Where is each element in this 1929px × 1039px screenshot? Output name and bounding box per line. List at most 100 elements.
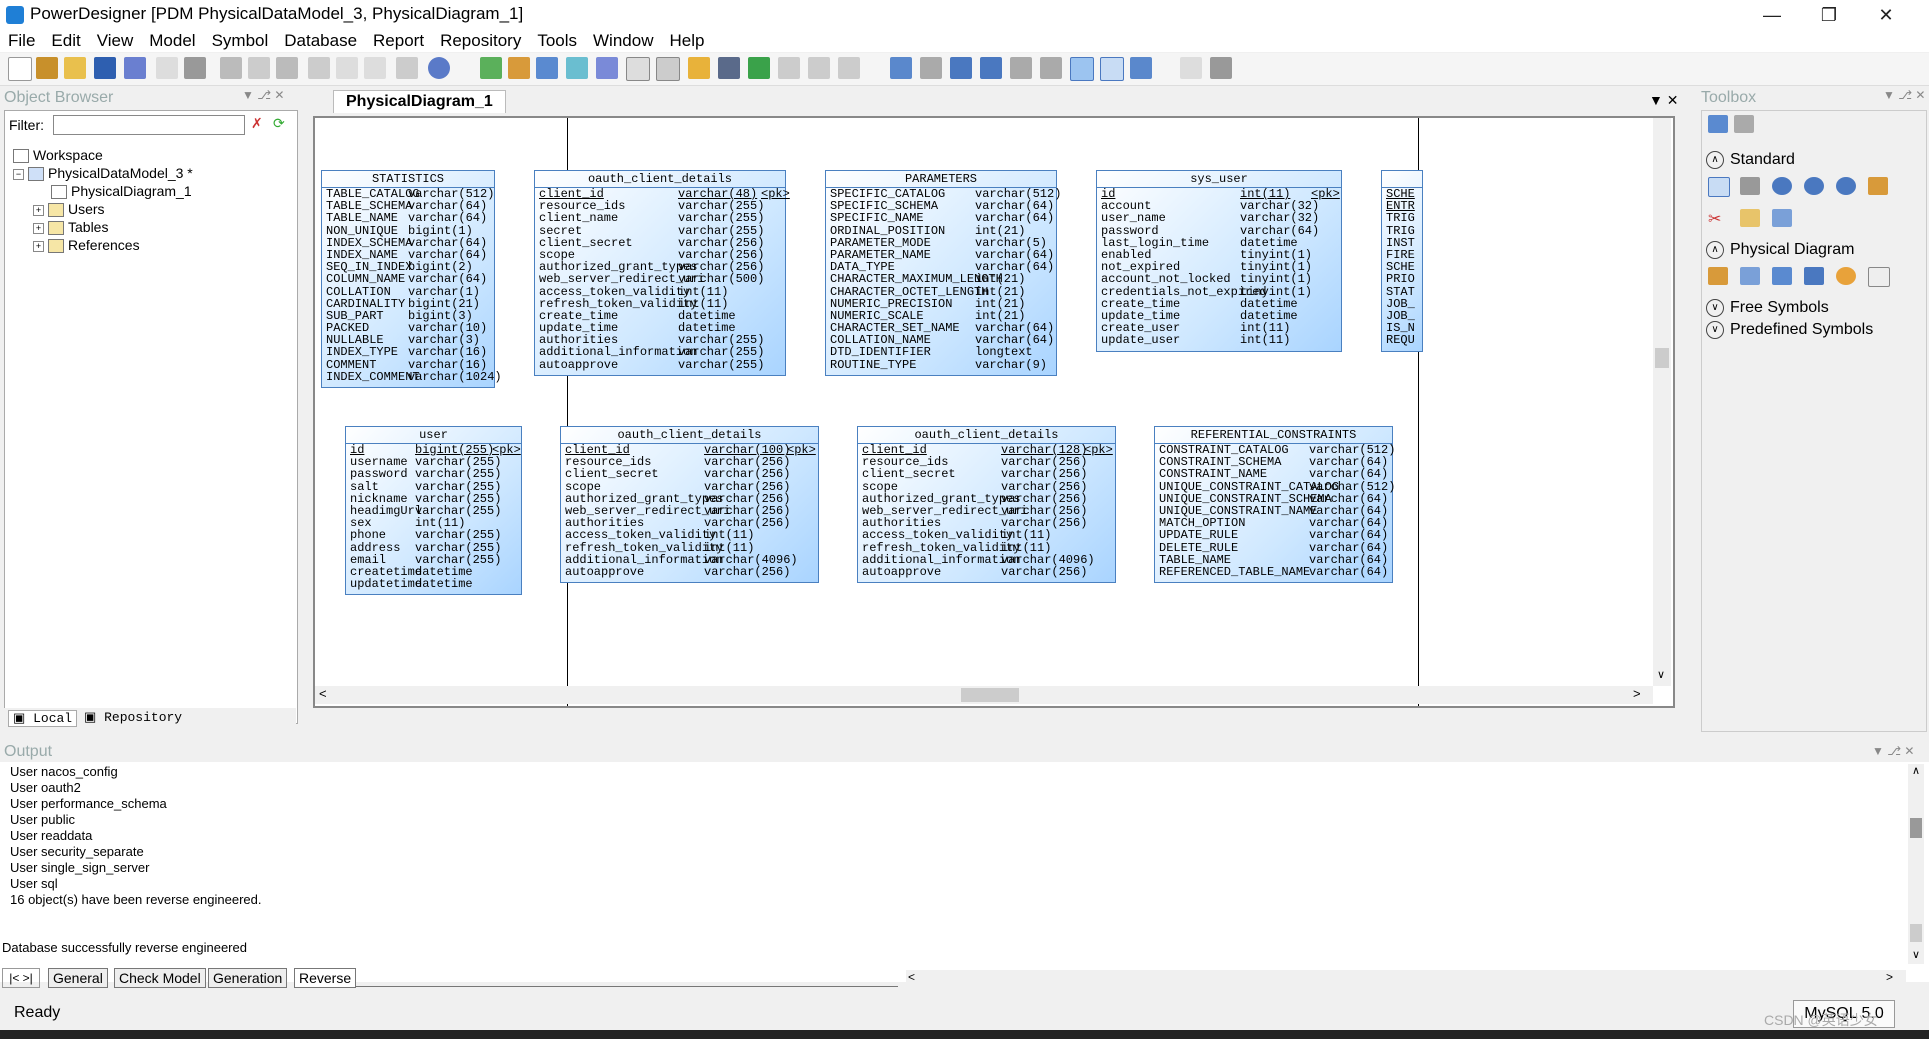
output-scroll-thumb[interactable] [1910, 818, 1922, 838]
zoom-page-icon[interactable] [1100, 57, 1124, 81]
compare-icon[interactable] [536, 57, 558, 79]
link-tool-icon[interactable] [1772, 209, 1792, 227]
align-middle-icon[interactable] [1010, 57, 1032, 79]
table-entity[interactable]: sys_user id int(11) <pk> account varchar(32) u… [1096, 170, 1342, 352]
expand-icon[interactable]: + [33, 204, 44, 216]
generate-icon[interactable] [480, 57, 502, 79]
open-icon[interactable] [64, 57, 86, 79]
output-scroll-thumb-lower[interactable] [1910, 924, 1922, 942]
undo-icon[interactable] [336, 57, 358, 79]
table-column-row[interactable]: client_name varchar(255) [535, 212, 785, 224]
table-column-row[interactable]: CONSTRAINT_NAME varchar(64) [1155, 468, 1392, 480]
table-column-row[interactable]: refresh_token_validity int(11) [561, 541, 818, 553]
table-column-row[interactable]: account_not_locked tinyint(1) [1097, 273, 1341, 285]
table-column-row[interactable]: INDEX_COMMENT varchar(1024) [322, 371, 502, 383]
print-icon[interactable] [184, 57, 206, 79]
table-column-row[interactable]: CHARACTER_OCTET_LENGTH int(21) [826, 285, 1056, 297]
tab-reverse[interactable]: Reverse [294, 968, 357, 988]
menu-edit[interactable]: Edit [43, 30, 88, 52]
table-column-row[interactable]: COMMENT varchar(16) [322, 358, 494, 370]
back-icon[interactable] [808, 57, 830, 79]
file-tool-icon[interactable] [1868, 267, 1890, 287]
panel-pin-icon[interactable]: ▼ ⎇ ✕ [242, 88, 284, 102]
table-column-row[interactable]: TRIG [1382, 224, 1422, 236]
output-horizontal-scrollbar[interactable]: < > [906, 970, 1906, 986]
clear-filter-icon[interactable]: ✗ [251, 115, 267, 131]
printer-icon[interactable] [1210, 57, 1232, 79]
horizontal-scrollbar[interactable]: < > [315, 686, 1653, 704]
paste-icon[interactable] [276, 57, 298, 79]
table-column-row[interactable]: CHARACTER_MAXIMUM_LENGTH int(21) [826, 273, 1056, 285]
tree-users[interactable]: + Users [33, 201, 105, 218]
cut-icon[interactable] [220, 57, 242, 79]
large-icons-icon[interactable] [1708, 115, 1728, 133]
zoom-out-icon[interactable] [1804, 177, 1824, 195]
table-column-row[interactable]: UPDATE_RULE varchar(64) [1155, 529, 1392, 541]
table-column-row[interactable]: refresh_token_validity int(11) [858, 541, 1115, 553]
delete-tool-icon[interactable]: ✂ [1708, 209, 1728, 228]
menu-model[interactable]: Model [141, 30, 203, 52]
scroll-down-icon[interactable]: ∨ [1657, 668, 1665, 681]
grid-icon[interactable] [656, 57, 680, 81]
tree-workspace[interactable]: Workspace [13, 147, 103, 164]
tab-physical-diagram[interactable]: PhysicalDiagram_1 [333, 90, 506, 113]
tab-repository[interactable]: ▣ Repository [80, 710, 186, 725]
save-all-icon[interactable] [124, 57, 146, 79]
table-entity[interactable]: oauth_client_details client_id varchar(100… [560, 426, 819, 584]
menu-repository[interactable]: Repository [432, 30, 529, 52]
table-column-row[interactable]: TABLE_NAME varchar(64) [322, 212, 494, 224]
view-tool-icon[interactable] [1772, 267, 1792, 285]
diagram-canvas[interactable]: STATISTICS TABLE_CATALOG varchar(512) TABLE… [313, 116, 1675, 708]
table-column-row[interactable]: REQU [1382, 334, 1422, 346]
table-column-row[interactable]: salt varchar(255) [346, 480, 521, 492]
align-center-icon[interactable] [920, 57, 942, 79]
redo-icon[interactable] [364, 57, 386, 79]
table-entity[interactable]: user id bigint(255) <pk> username varchar(255… [345, 426, 522, 596]
new-model-icon[interactable] [36, 57, 58, 79]
table-entity[interactable]: REFERENTIAL_CONSTRAINTS CONSTRAINT_CATALO… [1154, 426, 1395, 584]
rectangle-icon[interactable] [626, 57, 650, 81]
table-column-row[interactable]: NON_UNIQUE bigint(1) [322, 224, 494, 236]
procedure-tool-icon[interactable] [1836, 267, 1856, 285]
pointer-icon[interactable] [718, 57, 740, 79]
table-column-row[interactable]: access_token_validity int(11) [858, 529, 1115, 541]
tree-tables[interactable]: + Tables [33, 219, 108, 236]
tab-check-model[interactable]: Check Model [114, 968, 206, 988]
table-entity[interactable]: SCHE ENTR TRIG TRIG INST FIRE SCHE PRIO STAT JOB_… [1381, 170, 1423, 352]
menu-window[interactable]: Window [585, 30, 661, 52]
open-package-icon[interactable] [1868, 177, 1888, 195]
table-column-row[interactable]: updatetime datetime [346, 578, 521, 590]
table-column-row[interactable]: COLUMN_NAME varchar(64) [322, 273, 494, 285]
table-column-row[interactable]: password varchar(255) [346, 468, 521, 480]
collapse-icon[interactable]: − [13, 168, 24, 180]
minimize-button[interactable]: — [1749, 0, 1795, 30]
list-view-icon[interactable] [1734, 115, 1754, 133]
reverse-icon[interactable] [596, 57, 618, 79]
tab-general[interactable]: General [48, 968, 108, 988]
toolbox-section-predefined-symbols[interactable]: ∨ Predefined Symbols [1706, 319, 1929, 341]
table-column-row[interactable]: DTD_IDENTIFIER longtext [826, 346, 1056, 358]
properties-tool-icon[interactable] [1740, 209, 1760, 227]
menu-report[interactable]: Report [365, 30, 432, 52]
table-column-row[interactable]: access_token_validity int(11) [561, 529, 818, 541]
menu-tools[interactable]: Tools [529, 30, 585, 52]
table-column-row[interactable]: client_secret varchar(256) [858, 468, 1115, 480]
table-column-row[interactable]: update_user int(11) [1097, 334, 1341, 346]
menu-help[interactable]: Help [661, 30, 712, 52]
table-column-row[interactable]: scope varchar(256) [561, 480, 818, 492]
toolbox-pin-icon[interactable]: ▼ ⎇ ✕ [1883, 88, 1925, 102]
scroll-left-icon[interactable]: < [319, 686, 327, 701]
table-column-row[interactable]: PRIO [1382, 273, 1422, 285]
table-column-row[interactable]: ORDINAL_POSITION int(21) [826, 224, 1056, 236]
expand-icon[interactable]: + [33, 240, 44, 252]
link-icon[interactable] [778, 57, 800, 79]
table-column-row[interactable]: DELETE_RULE varchar(64) [1155, 541, 1392, 553]
tab-generation[interactable]: Generation [208, 968, 288, 988]
tree-model[interactable]: − PhysicalDataModel_3 * [13, 165, 193, 182]
refresh-filter-icon[interactable]: ⟳ [273, 115, 289, 131]
table-column-row[interactable]: autoapprove varchar(255) [535, 358, 785, 370]
menu-symbol[interactable]: Symbol [204, 30, 277, 52]
table-column-row[interactable]: STAT [1382, 285, 1422, 297]
table-column-row[interactable]: access_token_validity int(11) [535, 285, 785, 297]
delete-icon[interactable] [308, 57, 330, 79]
